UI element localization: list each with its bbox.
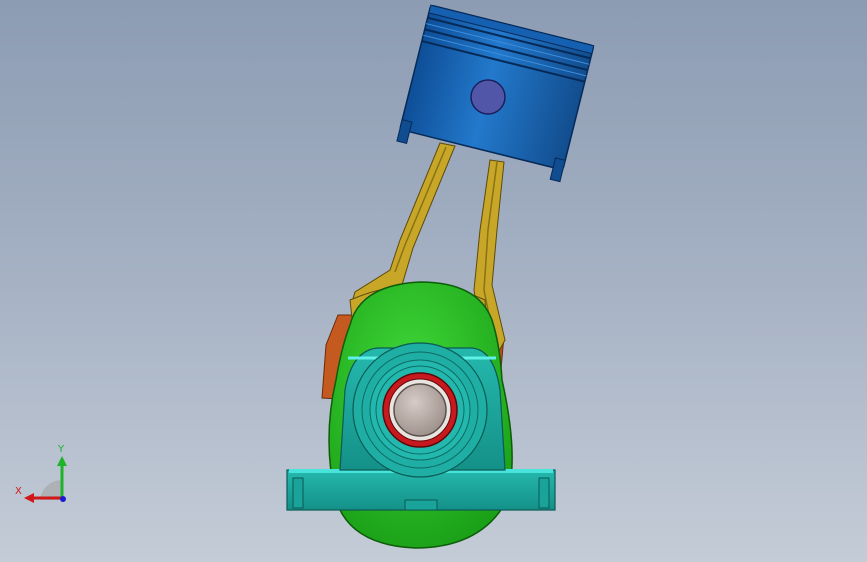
triad-x-label: X xyxy=(15,486,22,497)
triad-y-label: Y xyxy=(58,444,65,455)
shaft[interactable] xyxy=(393,383,447,437)
triad-axes xyxy=(24,456,67,503)
reference-triad: Y X xyxy=(10,440,80,510)
assembly-model[interactable] xyxy=(0,0,867,562)
piston-pin[interactable] xyxy=(470,79,506,115)
graphics-viewport[interactable]: Y X xyxy=(0,0,867,562)
